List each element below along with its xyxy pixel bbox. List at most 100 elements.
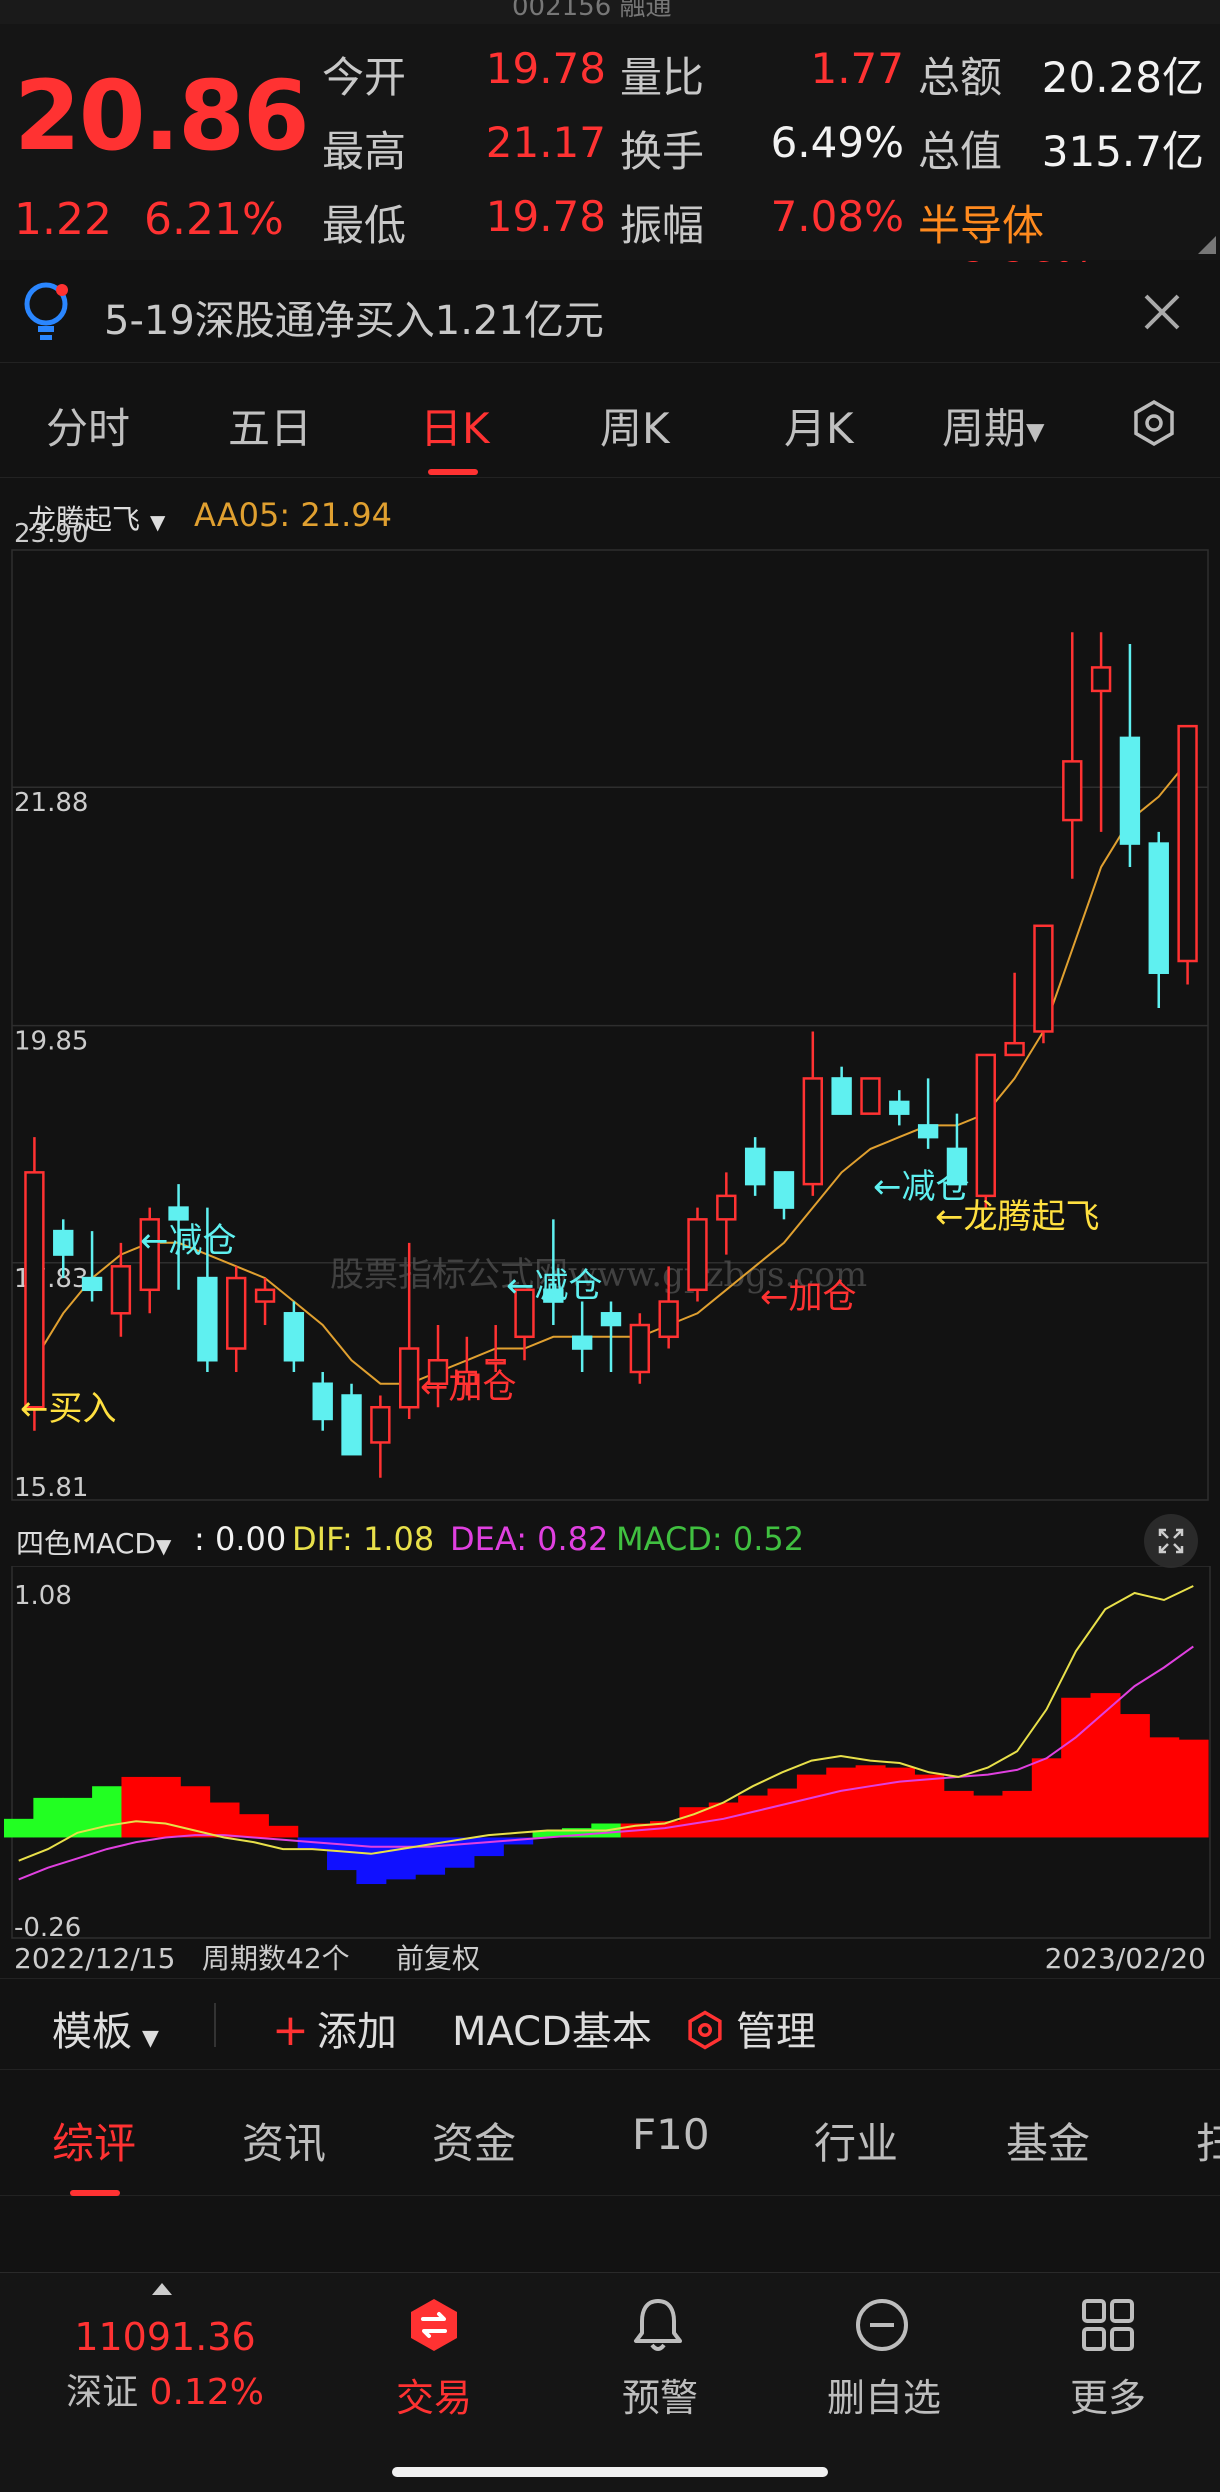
turnover-value: 6.49%	[770, 118, 904, 167]
settings-hexagon-icon[interactable]	[1130, 399, 1178, 447]
candle-up	[1062, 760, 1083, 822]
candle-down	[889, 1100, 910, 1115]
nav-remove-watchlist-label[interactable]: 删自选	[804, 2367, 964, 2422]
kline-chart[interactable]: 龙腾起飞 ▼ AA05: 21.94 23.90 21.88 19.85 17.83 15…	[0, 478, 1220, 1508]
info-tabs: 综评 资讯 资金 F10 行业 基金 扫	[0, 2072, 1220, 2196]
candle-up	[1004, 1041, 1025, 1057]
signal-annotation: ←加仓	[760, 1277, 857, 1317]
tab-funds[interactable]: 资金	[432, 2110, 516, 2171]
macd-bar	[1002, 1790, 1033, 1838]
macd-y-bottom: -0.26	[14, 1913, 81, 1943]
macd-dea: DEA: 0.82	[450, 1520, 609, 1558]
candle-down	[312, 1382, 333, 1421]
price-change-value: 1.22	[14, 194, 112, 245]
candle-up	[110, 1265, 132, 1315]
macd-bar	[1178, 1739, 1209, 1838]
chevron-down-icon: ▼	[1026, 417, 1045, 446]
macd-bar	[4, 1818, 34, 1838]
remove-watchlist-icon[interactable]	[854, 2297, 910, 2353]
manage-button[interactable]: 管理	[684, 1999, 816, 2057]
macd-bar	[914, 1774, 945, 1838]
fullscreen-button[interactable]	[1144, 1514, 1198, 1568]
macd-basic-button[interactable]: MACD基本	[452, 1999, 652, 2057]
macd-bar	[238, 1814, 269, 1838]
caret-up-icon	[152, 2283, 172, 2295]
tab-weekly-k[interactable]: 周K	[600, 395, 670, 456]
nav-alert-label[interactable]: 预警	[580, 2367, 740, 2422]
notice-banner[interactable]: 5-19深股通净买入1.21亿元	[0, 262, 1220, 362]
candle-down	[744, 1147, 766, 1186]
bell-icon[interactable]	[630, 2295, 686, 2355]
signal-annotation: ←买入	[20, 1389, 117, 1429]
tab-more-partial[interactable]: 扫	[1196, 2110, 1220, 2171]
gear-icon	[688, 2010, 722, 2050]
candle-down	[600, 1312, 622, 1327]
index-change: 0.12%	[149, 2372, 264, 2413]
tab-period[interactable]: 周期▼	[942, 395, 1044, 456]
macd-bar	[1031, 1758, 1062, 1838]
high-label: 最高	[322, 127, 407, 176]
macd-bar	[796, 1774, 827, 1838]
index-value: 11091.36	[74, 2315, 256, 2359]
macd-bar	[943, 1790, 974, 1838]
amplitude-label: 振幅	[620, 201, 705, 250]
tab-intraday[interactable]: 分时	[46, 395, 130, 456]
open-label: 今开	[322, 53, 407, 102]
tab-overview[interactable]: 综评	[52, 2110, 136, 2171]
candle-up	[975, 1053, 996, 1198]
trade-icon[interactable]	[406, 2297, 462, 2353]
amount-value: 20.28亿	[1041, 53, 1204, 102]
nav-trade-label[interactable]: 交易	[354, 2367, 514, 2422]
turnover-label: 换手	[620, 127, 705, 176]
close-icon[interactable]	[1142, 292, 1182, 332]
current-price: 20.86	[14, 60, 310, 172]
date-end: 2023/02/20	[1045, 1942, 1206, 1975]
macd-bar	[327, 1837, 357, 1871]
macd-value: MACD: 0.52	[616, 1520, 805, 1558]
tab-news[interactable]: 资讯	[242, 2110, 326, 2171]
candle-down	[283, 1312, 305, 1362]
candle-down	[81, 1276, 103, 1292]
candle-up	[687, 1218, 708, 1292]
candle-down	[341, 1394, 362, 1456]
index-ticker[interactable]: 11091.36 深证 0.12%	[40, 2315, 290, 2415]
candle-up	[24, 1171, 45, 1409]
macd-bar	[884, 1767, 915, 1838]
signal-annotation: ←减仓	[506, 1266, 603, 1306]
candle-down	[53, 1229, 74, 1256]
tab-fund[interactable]: 基金	[1006, 2110, 1090, 2171]
macd-bar	[268, 1825, 299, 1838]
macd-selector[interactable]: 四色MACD▼	[16, 1522, 171, 1562]
candle-up	[802, 1077, 823, 1186]
dea-line	[18, 1645, 1194, 1881]
index-name: 深证	[66, 2372, 139, 2413]
macd-chart[interactable]: 1.08 -0.262022/12/15 周期数42个 前复权 2023/02/20	[0, 1566, 1220, 1976]
y-tick-label: 19.85	[14, 1027, 88, 1057]
bottom-navigation: 11091.36 深证 0.12% 交易 预警 删自选 更多	[0, 2272, 1220, 2492]
tab-period-label: 周期	[942, 404, 1027, 453]
tab-monthly-k[interactable]: 月K	[784, 395, 854, 456]
tab-five-day[interactable]: 五日	[228, 395, 312, 456]
macd-bar	[1061, 1697, 1092, 1838]
candle-up	[254, 1288, 276, 1303]
nav-more-label[interactable]: 更多	[1028, 2367, 1188, 2422]
macd-bar	[121, 1776, 152, 1838]
macd-y-top: 1.08	[14, 1581, 72, 1611]
tab-active-indicator	[428, 469, 478, 475]
tab-industry[interactable]: 行业	[814, 2110, 898, 2171]
y-tick-label: 23.90	[14, 519, 88, 549]
tab-f10[interactable]: F10	[632, 2110, 710, 2159]
amplitude-value: 7.08%	[770, 192, 904, 241]
macd-bar	[385, 1837, 416, 1880]
volume-ratio-value: 1.77	[810, 44, 904, 93]
grid-more-icon[interactable]	[1080, 2297, 1136, 2353]
volume-ratio-label: 量比	[620, 53, 705, 102]
template-dropdown[interactable]: 模板 ▼	[52, 1999, 159, 2057]
status-bar: 002156 融通	[0, 0, 1220, 24]
amount-label: 总额	[918, 53, 1003, 102]
candle-up	[370, 1405, 391, 1444]
signal-annotation: ←龙腾起飞	[935, 1197, 1100, 1237]
add-button[interactable]: + 添加	[272, 1999, 397, 2057]
expand-icon	[1158, 1528, 1184, 1554]
tab-daily-k[interactable]: 日K	[420, 395, 490, 456]
